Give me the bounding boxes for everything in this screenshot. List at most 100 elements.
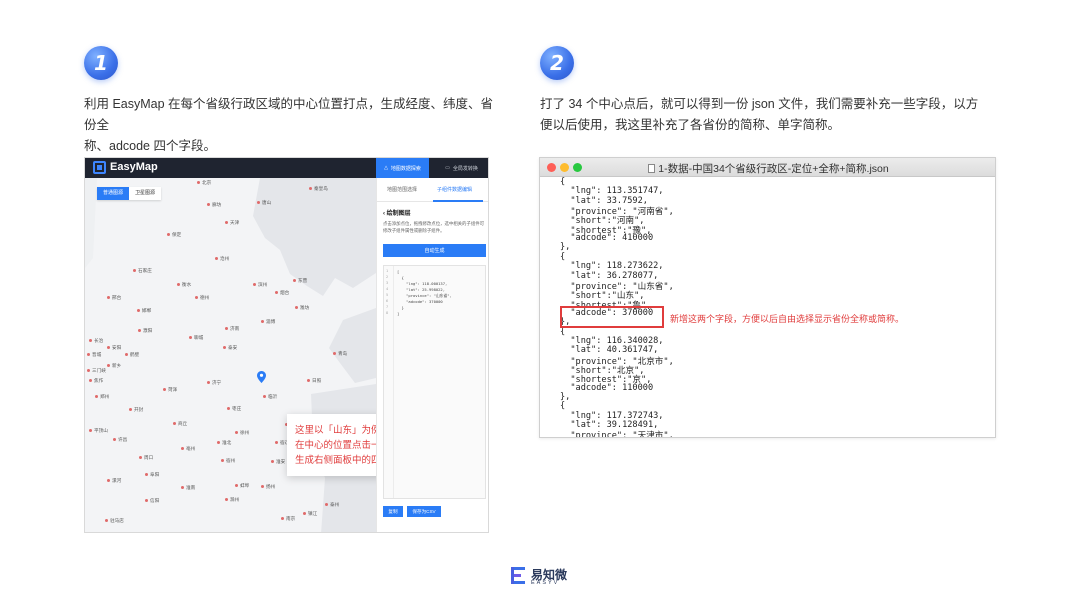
- city-label: 唐山: [257, 200, 271, 206]
- easymap-brand: EasyMap: [110, 161, 158, 173]
- city-label: 滨州: [253, 282, 267, 288]
- step-1-badge: 1: [84, 46, 118, 80]
- city-label: 商丘: [173, 421, 187, 427]
- city-label: 焦作: [89, 378, 103, 384]
- city-label: 驻马店: [105, 518, 124, 524]
- code-line-number: 4: [386, 287, 389, 291]
- city-label: 邢台: [107, 295, 121, 301]
- json-window: 1-数据-中国34个省级行政区-定位+全称+简称.json { "lng": 1…: [539, 157, 996, 438]
- tab-map-data-explore[interactable]: △ 地图数据探索: [376, 158, 429, 178]
- city-label: 三门峡: [87, 368, 106, 374]
- city-label: 潍坊: [295, 305, 309, 311]
- city-label: 石家庄: [133, 268, 152, 274]
- example-callout: 这里以「山东」为例，只需要在中心的位置点击一下，即可生成右侧面板中的四个字段。: [287, 414, 376, 476]
- window-title-text: 1-数据-中国34个省级行政区-定位+全称+简称.json: [658, 163, 889, 175]
- auto-generate-button[interactable]: 自动生成: [383, 244, 486, 257]
- city-label: 秦皇岛: [309, 186, 328, 192]
- panel-title: ‹ 绘制图层: [383, 208, 411, 217]
- code-line-number: 8: [386, 311, 389, 315]
- city-label: 淮南: [181, 485, 195, 491]
- city-label: 济宁: [207, 380, 221, 386]
- code-editor[interactable]: 1 [2 {3 "lng": 118.000137, 4 "lat": 25.998…: [383, 265, 486, 499]
- city-label: 泰州: [325, 502, 339, 508]
- city-label: 长治: [89, 338, 103, 344]
- city-label: 聊城: [189, 335, 203, 341]
- city-label: 阜阳: [145, 472, 159, 478]
- code-line: {: [397, 275, 404, 280]
- city-label: 淮安: [271, 459, 285, 465]
- save-csv-button[interactable]: 保存为CSV: [407, 506, 441, 517]
- window-title: 1-数据-中国34个省级行政区-定位+全称+简称.json: [540, 161, 995, 176]
- code-line: "lng": 118.000137,: [397, 281, 448, 286]
- tab-label: 全局发转换: [452, 165, 478, 172]
- code-line-number: 6: [386, 299, 389, 303]
- triangle-icon: △: [384, 165, 388, 171]
- code-line: ]: [397, 311, 400, 316]
- step-2-badge: 2: [540, 46, 574, 80]
- city-label: 漯河: [107, 478, 121, 484]
- highlight-note: 新增这两个字段，方便以后自由选择显示省份全称或简称。: [670, 314, 905, 324]
- panel-title-text: 绘制图层: [386, 211, 411, 217]
- city-label: 北京: [197, 180, 211, 186]
- city-label: 滁州: [225, 497, 239, 503]
- city-label: 濮阳: [138, 328, 152, 334]
- tab-label: 地图数据探索: [390, 165, 421, 172]
- city-label: 沧州: [215, 256, 229, 262]
- easymap-screenshot: EasyMap △ 地图数据探索 ▭ 全局发转换 普通图源 卫星图源 北京 秦皇岛 …: [84, 157, 489, 533]
- city-label: 廊坊: [207, 202, 221, 208]
- city-label: 徐州: [235, 430, 249, 436]
- tab-subcomponent-edit[interactable]: 子组件数据编辑: [437, 186, 472, 193]
- window-titlebar: 1-数据-中国34个省级行政区-定位+全称+简称.json: [540, 158, 995, 177]
- step-2-line-1: 打了 34 个中心点后，就可以得到一份 json 文件，我们需要补充一些字段，以…: [540, 97, 979, 111]
- city-label: 东营: [293, 278, 307, 284]
- active-tab-underline: [433, 200, 483, 202]
- footer-logo: 易知微 EASYV: [511, 566, 571, 588]
- map-pin-icon[interactable]: [257, 371, 266, 383]
- code-line: [: [397, 269, 400, 274]
- code-line: "lat": 25.998022,: [397, 287, 446, 292]
- toggle-normal-source[interactable]: 普通图源: [97, 187, 130, 200]
- code-line-number: 3: [386, 281, 389, 285]
- brand-en: EASYV: [531, 580, 560, 586]
- city-label: 鹤壁: [125, 352, 139, 358]
- city-label: 邯郸: [137, 308, 151, 314]
- city-label: 济南: [225, 326, 239, 332]
- step-1-line-1: 利用 EasyMap 在每个省级行政区域的中心位置打点，生成经度、纬度、省份全: [84, 97, 494, 132]
- easymap-logo-icon: [93, 161, 106, 174]
- code-line-number: 7: [386, 305, 389, 309]
- code-line: }: [397, 305, 404, 310]
- json-content[interactable]: { "lng": 113.351747, "lat": 33.7592, "pr…: [540, 177, 995, 438]
- city-label: 天津: [225, 220, 239, 226]
- panel-description: 点击添加点位，拖拽修改点位，选中相关的子组件可修改子组件属性或删除子组件。: [383, 221, 484, 233]
- map-canvas[interactable]: 普通图源 卫星图源 北京 秦皇岛 唐山 廊坊 天津 保定 沧州 石家庄 衡水 东…: [85, 178, 376, 532]
- tab-map-range[interactable]: 地图范围选择: [387, 186, 417, 193]
- city-label: 德州: [195, 295, 209, 301]
- city-label: 淮北: [217, 440, 231, 446]
- file-icon: [648, 164, 656, 173]
- city-label: 开封: [129, 407, 143, 413]
- city-label: 许昌: [113, 437, 127, 443]
- city-label: 保定: [167, 232, 181, 238]
- chat-icon: ▭: [445, 165, 450, 171]
- city-label: 亳州: [181, 446, 195, 452]
- city-label: 晋城: [87, 352, 101, 358]
- code-line-number: 5: [386, 293, 389, 297]
- city-label: 蚌埠: [235, 483, 249, 489]
- tab-global-convert[interactable]: ▭ 全局发转换: [435, 158, 488, 178]
- json-line: "province": "天津市",: [560, 431, 674, 438]
- step-2-text: 打了 34 个中心点后，就可以得到一份 json 文件，我们需要补充一些字段，以…: [540, 94, 980, 136]
- city-label: 宿州: [221, 458, 235, 464]
- city-label: 枣庄: [227, 406, 241, 412]
- step-1-line-2: 称、adcode 四个字段。: [84, 139, 216, 153]
- city-label: 临沂: [263, 394, 277, 400]
- toggle-satellite-source[interactable]: 卫星图源: [129, 187, 161, 200]
- city-label: 青岛: [333, 351, 347, 357]
- copy-button[interactable]: 复制: [383, 506, 403, 517]
- city-label: 泰安: [223, 345, 237, 351]
- city-label: 菏泽: [163, 387, 177, 393]
- city-label: 信阳: [145, 498, 159, 504]
- code-line-number: 1: [386, 269, 389, 273]
- city-label: 安阳: [107, 345, 121, 351]
- highlight-box: [560, 306, 664, 328]
- map-source-toggle: 普通图源 卫星图源: [97, 187, 162, 200]
